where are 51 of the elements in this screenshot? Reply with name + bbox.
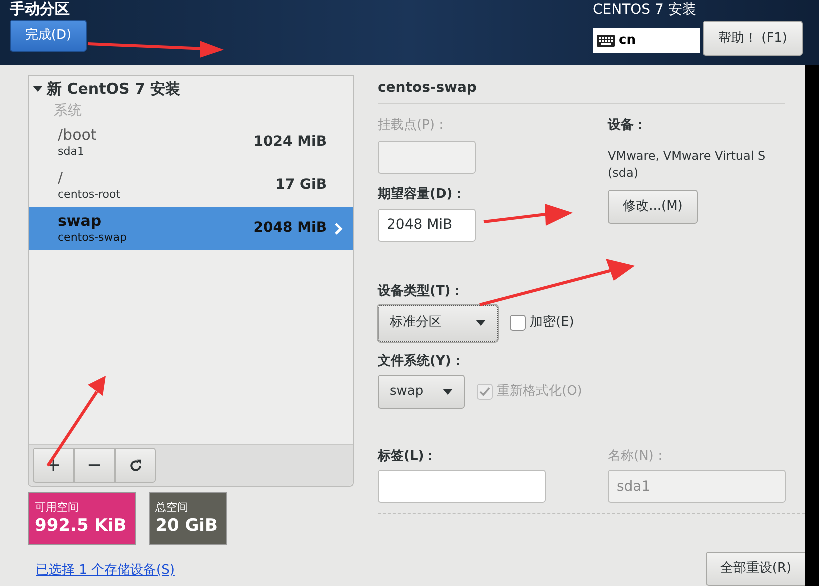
- tag-field[interactable]: [378, 470, 546, 503]
- mount-point: /: [58, 168, 64, 186]
- space-label: 可用空间: [35, 500, 80, 514]
- help-button[interactable]: 帮助！ (F1): [703, 21, 803, 56]
- caret-icon: [476, 320, 486, 326]
- refresh-icon: [128, 458, 142, 472]
- keyboard-layout-value: cn: [619, 32, 636, 50]
- filesystem-label: 文件系统(Y)：: [378, 354, 464, 368]
- device-name: centos-root: [58, 186, 122, 202]
- partition-size: 2048 MiB: [254, 219, 327, 238]
- mount-point-label: 挂载点(P)：: [378, 117, 448, 135]
- name-label: 名称(N)：: [608, 448, 667, 466]
- partition-title: centos-swap: [378, 79, 478, 98]
- refresh-button[interactable]: [115, 448, 156, 483]
- space-label: 总空间: [156, 500, 190, 514]
- page-title: 手动分区: [10, 0, 70, 18]
- chevron-right-icon: [335, 222, 343, 234]
- checkbox[interactable]: 加密(E): [510, 313, 574, 333]
- remove-button[interactable]: −: [74, 448, 115, 483]
- tag-label: 标签(L)：: [378, 448, 438, 466]
- device-type-dropdown[interactable]: 标准分区: [378, 304, 498, 342]
- product-title: CENTOS 7 安装: [593, 1, 696, 19]
- device-description: (sda): [608, 164, 640, 182]
- partition-item[interactable]: swap centos-swap 2048 MiB: [29, 207, 353, 250]
- installation-title: 新 CentOS 7 安装: [47, 78, 181, 100]
- space-value: 992.5 KiB: [35, 514, 127, 536]
- caret-icon: [443, 388, 453, 394]
- reset-all-button[interactable]: 全部重设(R): [706, 552, 805, 586]
- mount-point: swap: [58, 212, 103, 230]
- partition-size: 1024 MiB: [254, 133, 327, 152]
- device-description: VMware, VMware Virtual S: [608, 148, 766, 164]
- partition-item[interactable]: /boot sda1 1024 MiB: [29, 121, 353, 164]
- device-name: centos-swap: [58, 230, 128, 246]
- done-button[interactable]: 完成(D): [10, 20, 87, 52]
- partition-item[interactable]: / centos-root 17 GiB: [29, 164, 353, 207]
- expander-icon[interactable]: [33, 86, 43, 92]
- keyboard-icon: [597, 34, 615, 46]
- capacity-field[interactable]: 2048 MiB: [378, 208, 476, 242]
- storage-devices-link[interactable]: 已选择 1 个存储设备(S): [36, 561, 378, 580]
- device-type-label: 设备类型(T)：: [378, 284, 464, 298]
- keyboard-layout-field[interactable]: cn: [593, 28, 700, 53]
- capacity-label: 期望容量(D)：: [378, 186, 466, 202]
- device-label: 设备：: [608, 117, 647, 135]
- filesystem-dropdown[interactable]: swap: [378, 374, 465, 408]
- section-label: 系统: [53, 102, 83, 121]
- modify-button[interactable]: 修改...(M): [608, 190, 698, 224]
- device-name: sda1: [58, 144, 86, 160]
- checkmark-icon: [479, 386, 491, 398]
- space-value: 20 GiB: [156, 514, 218, 536]
- partition-size: 17 GiB: [276, 176, 327, 195]
- mount-point: /boot: [58, 126, 98, 144]
